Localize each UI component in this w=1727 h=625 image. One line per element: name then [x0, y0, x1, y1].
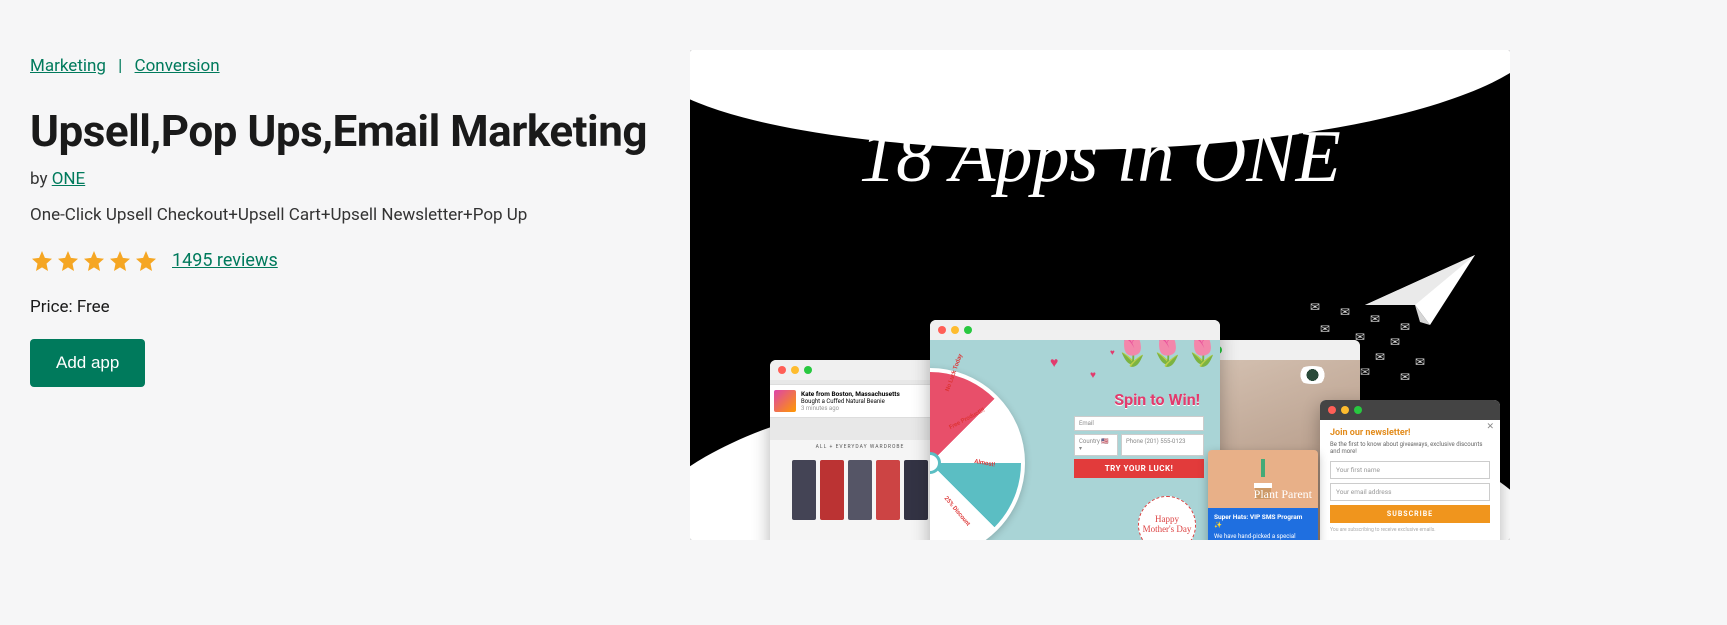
star-icon — [82, 249, 106, 273]
avatar — [774, 390, 796, 412]
window-traffic-lights — [930, 320, 1220, 340]
demo-window-spin-wheel: 🌷🌷🌷 ♥ ♥ ♥ No Luck Today Free Product!!! … — [930, 320, 1220, 540]
newsletter-sub: Be the first to know about giveaways, ex… — [1330, 441, 1490, 455]
newsletter-firstname-field: Your first name — [1330, 461, 1490, 479]
star-icon — [30, 249, 54, 273]
window-traffic-lights — [1320, 400, 1500, 420]
sms-brand: Plant Parent — [1254, 487, 1312, 502]
by-prefix: by — [30, 169, 52, 189]
prize-wheel — [930, 368, 1025, 540]
product-thumb — [848, 460, 872, 520]
spin-phone-field: Phone (201) 555-0123 — [1121, 434, 1204, 456]
social-proof-toast: Kate from Boston, Massachusetts Bought a… — [770, 384, 943, 418]
tulip-decoration: 🌷🌷🌷 — [1115, 340, 1220, 368]
listing-info-column: Marketing | Conversion Upsell,Pop Ups,Em… — [30, 50, 650, 540]
spin-email-field: Email — [1074, 416, 1204, 431]
breadcrumb-conversion-link[interactable]: Conversion — [135, 56, 220, 76]
wheel-hub — [930, 452, 941, 474]
heart-icon: ♥ — [1090, 370, 1096, 381]
spin-title: Spin to Win! — [1114, 390, 1200, 409]
developer-link[interactable]: ONE — [52, 169, 86, 189]
app-title: Upsell,Pop Ups,Email Marketing — [30, 106, 650, 157]
newsletter-subscribe-button: SUBSCRIBE — [1330, 505, 1490, 523]
rating-row: 1495 reviews — [30, 249, 650, 273]
reviews-link[interactable]: 1495 reviews — [172, 250, 278, 271]
breadcrumb-separator: | — [118, 56, 122, 76]
star-icon — [56, 249, 80, 273]
sms-header: Super Hats: VIP SMS Program ✨ — [1214, 513, 1312, 530]
hero-banner: 18 Apps in ONE ✉✉ ✉✉ ✉✉ ✉✉ ✉✉ ✉✉ ✉✉ Kate… — [690, 50, 1510, 540]
newsletter-email-field: Your email address — [1330, 483, 1490, 501]
newsletter-footer: You are subscribing to receive exclusive… — [1330, 527, 1490, 533]
star-icon — [134, 249, 158, 273]
developer-byline: by ONE — [30, 169, 650, 189]
spin-form: Email Country 🇺🇸 ▾ Phone (201) 555-0123 … — [1074, 416, 1204, 478]
demo-sms-card: Plant Parent Super Hats: VIP SMS Program… — [1208, 450, 1318, 540]
demo-store-grid: ALL + EVERYDAY WARDROBE — [770, 440, 950, 540]
price-label: Price: Free — [30, 297, 650, 317]
hero-headline: 18 Apps in ONE — [690, 115, 1510, 200]
spin-body: 🌷🌷🌷 ♥ ♥ ♥ No Luck Today Free Product!!! … — [930, 340, 1220, 540]
spin-submit-button: TRY YOUR LUCK! — [1074, 459, 1204, 478]
eye-illustration — [1295, 366, 1330, 384]
sms-line1: We have hand-picked a special product 🛍️… — [1214, 533, 1312, 540]
heart-icon: ♥ — [1050, 354, 1058, 371]
proof-name: Kate from Boston, Massachusetts — [801, 390, 900, 398]
window-traffic-lights — [770, 360, 950, 380]
spin-country-select: Country 🇺🇸 ▾ — [1074, 434, 1118, 456]
sms-image: Plant Parent — [1208, 450, 1318, 508]
star-rating — [30, 249, 158, 273]
store-header: ALL + EVERYDAY WARDROBE — [770, 440, 950, 454]
newsletter-body: Join our newsletter! Be the first to kno… — [1320, 420, 1500, 540]
close-icon: ✕ — [1486, 422, 1494, 432]
demo-window-newsletter: ✕ Join our newsletter! Be the first to k… — [1320, 400, 1500, 540]
demo-window-social-proof: Kate from Boston, Massachusetts Bought a… — [770, 360, 950, 540]
add-app-button[interactable]: Add app — [30, 339, 145, 387]
mothers-day-badge: Happy Mother's Day — [1138, 496, 1196, 540]
star-icon — [108, 249, 132, 273]
product-thumb — [820, 460, 844, 520]
app-tagline: One-Click Upsell Checkout+Upsell Cart+Up… — [30, 205, 650, 225]
proof-time: 3 minutes ago — [801, 405, 900, 412]
breadcrumb: Marketing | Conversion — [30, 56, 650, 76]
sms-body: Super Hats: VIP SMS Program ✨ We have ha… — [1208, 508, 1318, 540]
app-listing: Marketing | Conversion Upsell,Pop Ups,Em… — [0, 0, 1727, 570]
product-thumb — [876, 460, 900, 520]
product-thumb — [792, 460, 816, 520]
product-thumb — [904, 460, 928, 520]
proof-action: Bought a Cuffed Natural Beanie — [801, 398, 900, 405]
heart-icon: ♥ — [1110, 348, 1115, 357]
newsletter-title: Join our newsletter! — [1330, 428, 1490, 438]
breadcrumb-marketing-link[interactable]: Marketing — [30, 56, 106, 76]
